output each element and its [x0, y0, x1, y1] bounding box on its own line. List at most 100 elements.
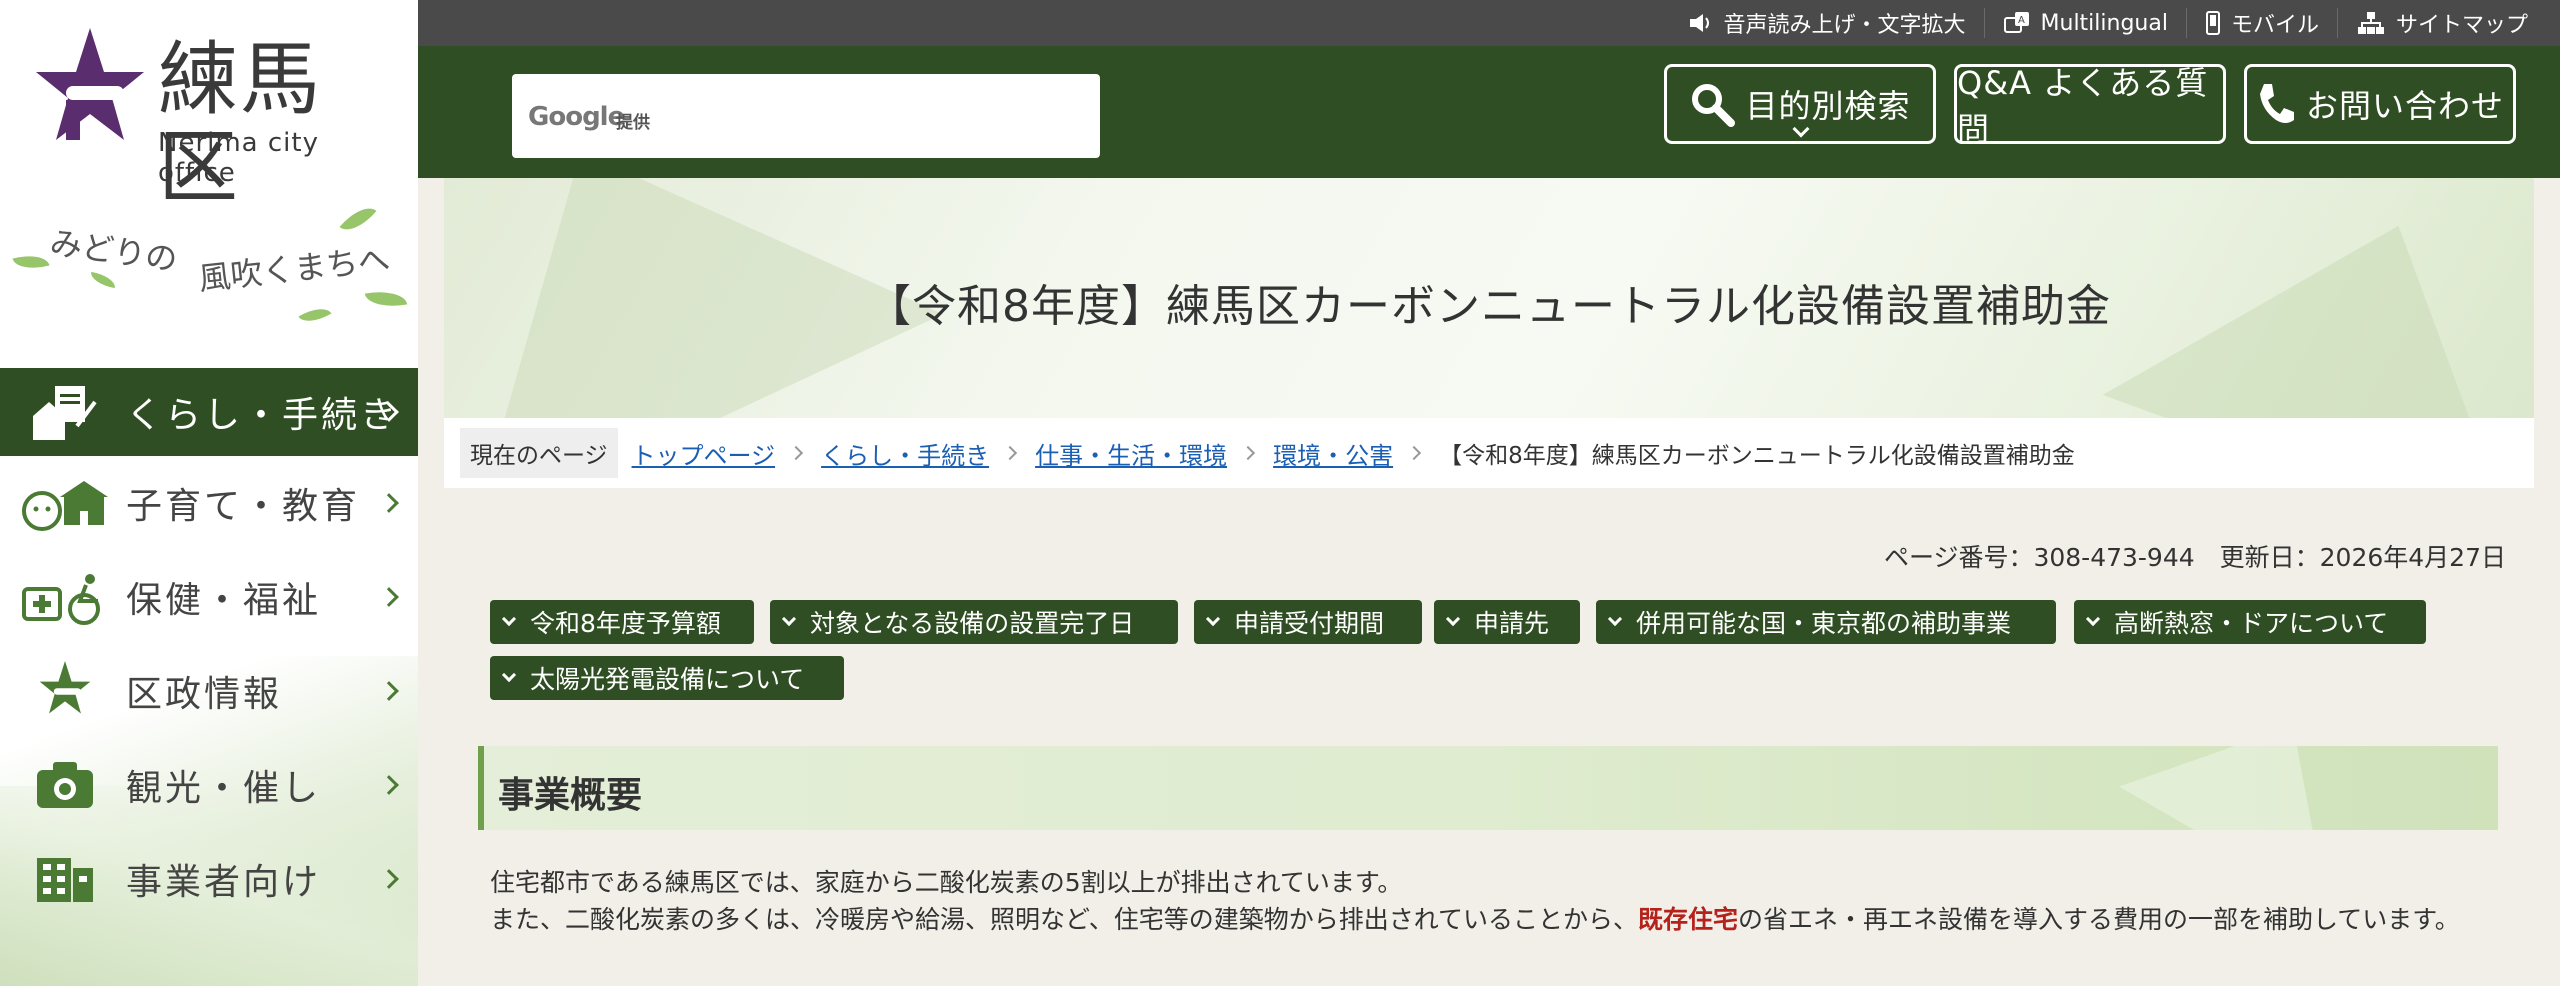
anchor-label: 太陽光発電設備について: [530, 665, 805, 694]
chevron-right-icon: [1003, 445, 1018, 461]
chevron-right-icon: [379, 869, 399, 889]
breadcrumb-link-environment[interactable]: 環境・公害: [1273, 436, 1393, 471]
anchor-combined-subsidies[interactable]: 併用可能な国・東京都の補助事業: [1596, 600, 2056, 644]
speaker-icon: [1689, 14, 1709, 32]
anchor-label: 高断熱窓・ドアについて: [2114, 609, 2389, 638]
building-icon: [20, 847, 110, 911]
chevron-down-icon: [1205, 611, 1221, 627]
anchor-completion-date[interactable]: 対象となる設備の設置完了日: [770, 600, 1178, 644]
utility-link-sitemap[interactable]: サイトマップ: [2336, 8, 2546, 38]
sitemap-icon: [2357, 12, 2384, 34]
chevron-right-icon: [379, 775, 399, 795]
nav-item-government[interactable]: 区政情報: [0, 644, 418, 738]
anchor-label: 申請先: [1474, 609, 1550, 638]
nerima-star-icon: [20, 659, 110, 723]
slogan: みどりの 風吹くまちへ: [10, 199, 410, 330]
search-input[interactable]: Google 提供: [512, 74, 1100, 158]
site-logo[interactable]: 練馬区 Nerima city office: [36, 28, 386, 212]
nerima-emblem-icon: [36, 28, 144, 140]
chevron-right-icon: [1241, 445, 1256, 461]
anchor-budget[interactable]: 令和8年度予算額: [490, 600, 754, 644]
breadcrumb-label: 現在のページ: [460, 428, 618, 478]
chevron-right-icon: [789, 445, 804, 461]
nav-item-health-welfare[interactable]: 保健・福祉: [0, 550, 418, 644]
chevron-down-icon: [501, 667, 517, 683]
anchor-solar-power[interactable]: 太陽光発電設備について: [490, 656, 844, 700]
utility-bar: 音声読み上げ・文字拡大 A Multilingual モバイル サイトマップ: [418, 0, 2560, 46]
text-span: また、二酸化炭素の多くは、冷暖房や給湯、照明など、住宅等の建築物から排出されてい…: [490, 905, 1639, 934]
utility-link-multilingual[interactable]: A Multilingual: [1983, 8, 2186, 38]
anchor-label: 併用可能な国・東京都の補助事業: [1636, 609, 2012, 638]
paragraph-line: また、二酸化炭素の多くは、冷暖房や給湯、照明など、住宅等の建築物から排出されてい…: [490, 901, 2490, 938]
anchor-insulated-windows[interactable]: 高断熱窓・ドアについて: [2074, 600, 2426, 644]
utility-link-label: モバイル: [2230, 13, 2319, 38]
contact-button[interactable]: お問い合わせ: [2244, 64, 2516, 144]
anchor-application-destination[interactable]: 申請先: [1434, 600, 1580, 644]
chevron-right-icon: [379, 493, 399, 513]
slogan-part2: 風吹くまちへ: [196, 234, 392, 300]
nav-item-label: 子育て・教育: [126, 486, 361, 527]
utility-link-mobile[interactable]: モバイル: [2185, 8, 2337, 38]
breadcrumb-link-work-life[interactable]: 仕事・生活・環境: [1035, 436, 1227, 471]
slogan-part3-text: まちへ: [292, 240, 392, 288]
anchor-label: 対象となる設備の設置完了日: [810, 609, 1135, 638]
purpose-search-label: 目的別検索: [1745, 87, 1911, 125]
chevron-down-icon: [501, 611, 517, 627]
leaf-decoration: [89, 271, 117, 289]
section-title: 事業概要: [498, 775, 643, 816]
document-house-icon: [20, 380, 110, 444]
chevron-right-icon: [379, 681, 399, 701]
title-banner: 【令和8年度】練馬区カーボンニュートラル化設備設置補助金: [444, 178, 2534, 418]
nav-item-label: 観光・催し: [126, 768, 322, 809]
purpose-search-button[interactable]: 目的別検索: [1664, 64, 1936, 144]
search-provider-suffix: 提供: [616, 113, 650, 133]
section-body: 住宅都市である練馬区では、家庭から二酸化炭素の5割以上が排出されています。 また…: [490, 864, 2490, 938]
school-child-icon: [20, 471, 110, 535]
breadcrumb-current: 【令和8年度】練馬区カーボンニュートラル化設備設置補助金: [1439, 443, 2075, 469]
slogan-part1: みどりの: [47, 223, 180, 279]
chevron-down-icon: [781, 611, 797, 627]
anchor-label: 申請受付期間: [1234, 609, 1385, 638]
text-span: の省エネ・再エネ設備を導入する費用の一部を補助しています。: [1738, 905, 2460, 934]
chevron-down-icon: [2085, 611, 2101, 627]
camera-icon: [20, 753, 110, 817]
breadcrumb: 現在のページ トップページ くらし・手続き 仕事・生活・環境 環境・公害 【令和…: [444, 418, 2534, 488]
nav-item-label: 事業者向け: [126, 862, 322, 903]
heading-decoration: [2119, 746, 2397, 830]
leaf-decoration: [298, 301, 332, 329]
nav-item-living[interactable]: くらし・手続き: [0, 368, 418, 456]
utility-link-speech[interactable]: 音声読み上げ・文字拡大: [1670, 8, 1984, 38]
chevron-down-icon: [1445, 611, 1461, 627]
sidebar: 練馬区 Nerima city office みどりの 風吹くまちへ くらし・手…: [0, 0, 418, 986]
nav-item-tourism-events[interactable]: 観光・催し: [0, 738, 418, 832]
anchor-application-period[interactable]: 申請受付期間: [1194, 600, 1422, 644]
main-content: 【令和8年度】練馬区カーボンニュートラル化設備設置補助金 現在のページ トップペ…: [444, 178, 2534, 986]
nav-item-label: くらし・手続き: [126, 395, 400, 436]
search-icon: [1692, 84, 1736, 127]
section-heading: 事業概要: [478, 746, 2498, 830]
translate-icon: A: [2003, 12, 2029, 33]
breadcrumb-link-top[interactable]: トップページ: [632, 436, 776, 471]
page-title: 【令和8年度】練馬区カーボンニュートラル化設備設置補助金: [867, 281, 2111, 332]
google-logo: Google: [528, 102, 625, 132]
leaf-decoration: [339, 199, 377, 239]
nav-item-childcare[interactable]: 子育て・教育: [0, 456, 418, 550]
page-meta: ページ番号：308-473-944 更新日：2026年4月27日: [1883, 543, 2506, 572]
mobile-icon: [2205, 11, 2220, 35]
anchor-label: 令和8年度予算額: [530, 609, 721, 638]
chevron-right-icon: [1407, 445, 1422, 461]
utility-links: 音声読み上げ・文字拡大 A Multilingual モバイル サイトマップ: [1670, 0, 2547, 46]
utility-link-label: 音声読み上げ・文字拡大: [1723, 13, 1966, 38]
phone-icon: [2259, 84, 2294, 123]
faq-button[interactable]: Q&A よくある質問: [1954, 64, 2226, 148]
leaf-decoration: [12, 249, 50, 275]
utility-link-label: サイトマップ: [2395, 13, 2528, 38]
utility-link-label: Multilingual: [2040, 10, 2168, 36]
nav-item-label: 保健・福祉: [126, 580, 322, 621]
medical-wheelchair-icon: [20, 565, 110, 629]
breadcrumb-link-living[interactable]: くらし・手続き: [821, 436, 989, 471]
emphasis-existing-housing: 既存住宅: [1638, 905, 1739, 934]
nav-item-label: 区政情報: [126, 674, 283, 715]
paragraph-line: 住宅都市である練馬区では、家庭から二酸化炭素の5割以上が排出されています。: [490, 868, 1403, 897]
nav-item-business[interactable]: 事業者向け: [0, 832, 418, 926]
